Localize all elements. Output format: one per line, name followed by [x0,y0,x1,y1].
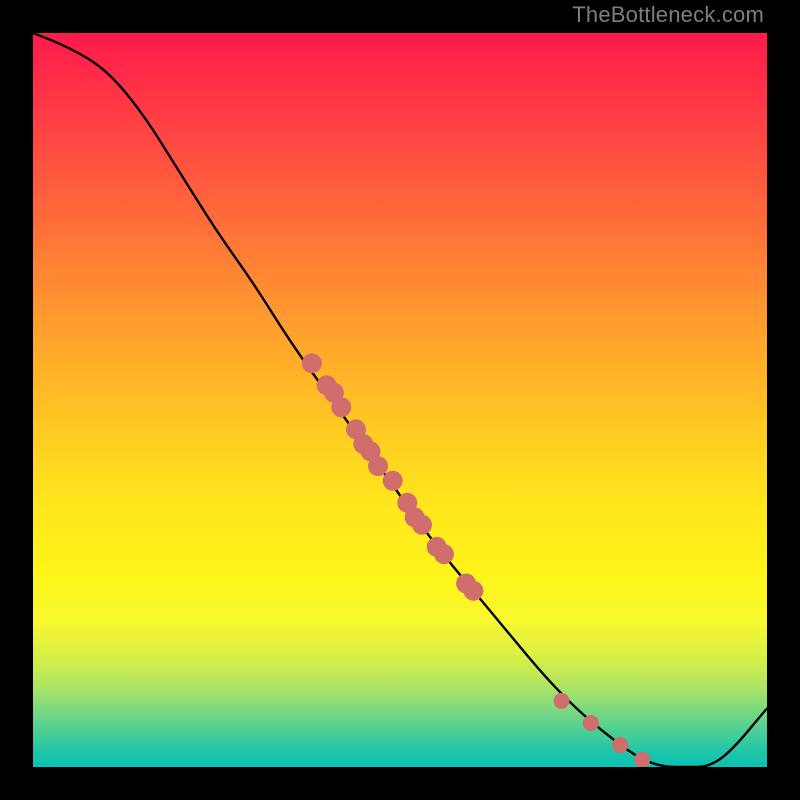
curve-point [383,471,403,491]
curve-point [368,456,388,476]
curve-point [434,544,454,564]
chart-frame: TheBottleneck.com [0,0,800,800]
plot-area [33,33,767,767]
chart-svg [33,33,767,767]
curve-point [554,693,570,709]
curve-point [412,515,432,535]
curve-line [33,33,767,767]
curve-points-group [302,353,650,767]
curve-point [612,737,628,753]
curve-point [634,752,650,767]
curve-point [302,353,322,373]
curve-point [463,581,483,601]
watermark-text: TheBottleneck.com [572,2,764,28]
curve-point [583,715,599,731]
curve-point [331,397,351,417]
